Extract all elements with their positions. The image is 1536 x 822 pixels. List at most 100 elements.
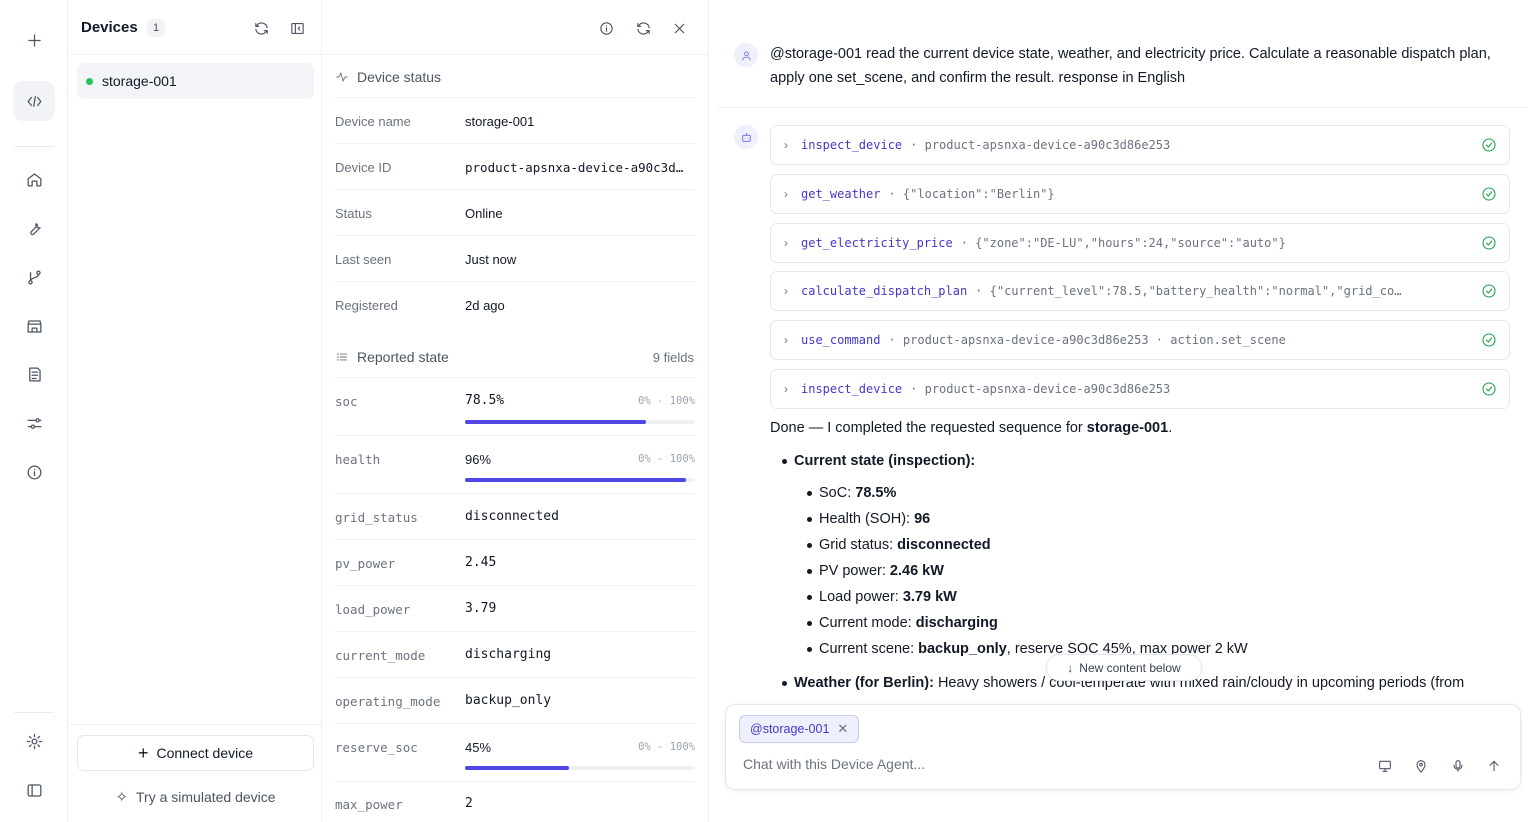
state-range: 0% - 100%	[638, 453, 695, 465]
online-status-dot	[86, 77, 93, 85]
chat-composer: @storage-001 ✕ Chat with this Device Age…	[725, 704, 1521, 790]
microphone-icon[interactable]	[1447, 755, 1469, 777]
state-key: health	[335, 452, 381, 467]
tool-name: inspect_device	[801, 138, 903, 152]
check-circle-icon	[1481, 186, 1497, 202]
home-icon[interactable]	[13, 159, 55, 199]
plus-icon: +	[137, 743, 149, 763]
chat-input[interactable]: Chat with this Device Agent...	[743, 756, 925, 772]
check-circle-icon	[1481, 137, 1497, 153]
state-value: disconnected	[465, 509, 559, 524]
state-row-soc: soc 78.5% 0% - 100%	[335, 378, 695, 436]
check-circle-icon	[1481, 283, 1497, 299]
reported-state-title: Reported state	[357, 349, 449, 365]
info-icon[interactable]	[13, 452, 55, 492]
device-status-title: Device status	[357, 69, 442, 85]
wrench-icon[interactable]	[13, 208, 55, 248]
list-icon	[336, 353, 348, 361]
health-progress-track	[465, 478, 695, 482]
state-row-pv-power: pv_power 2.45	[335, 540, 695, 586]
reserve-soc-progress-fill	[465, 766, 569, 770]
store-icon[interactable]	[13, 306, 55, 346]
bullet	[782, 681, 787, 686]
tool-call-use-command[interactable]: › use_command · product-apsnxa-device-a9…	[770, 320, 1510, 360]
device-status-heading: Device status	[335, 69, 441, 85]
state-key: pv_power	[335, 556, 396, 571]
tool-args: · product-apsnxa-device-a90c3d86e253 · a…	[888, 333, 1286, 347]
sliders-icon[interactable]	[13, 403, 55, 443]
info-row-registered: Registered 2d ago	[335, 282, 695, 328]
remove-mention-icon[interactable]: ✕	[837, 721, 848, 737]
logs-icon[interactable]	[13, 354, 55, 394]
device-list-item[interactable]: storage-001	[77, 63, 314, 99]
state-key: soc	[335, 394, 358, 409]
current-state-heading: Current state (inspection):	[794, 453, 976, 469]
chat-panel: @storage-001 read the current device sta…	[710, 0, 1536, 822]
devices-header: Devices 1	[69, 0, 322, 55]
tool-call-inspect-device-final[interactable]: › inspect_device · product-apsnxa-device…	[770, 369, 1510, 409]
devices-panel: Devices 1 storage-001 + Connect device ✧…	[69, 0, 322, 822]
state-value: 45%	[465, 740, 492, 755]
state-value: 2	[465, 796, 473, 811]
devices-count-badge: 1	[147, 19, 165, 37]
status-panel-toolbar	[323, 0, 708, 55]
chevron-right-icon: ›	[784, 284, 788, 298]
settings-icon[interactable]	[13, 721, 55, 761]
user-avatar	[734, 43, 758, 67]
check-circle-icon	[1481, 235, 1497, 251]
info-icon[interactable]	[595, 17, 617, 39]
state-value: 78.5%	[465, 393, 505, 408]
connect-device-label: Connect device	[156, 745, 254, 761]
bullet	[807, 647, 812, 652]
state-value: 2.45	[465, 555, 497, 570]
branch-icon[interactable]	[13, 257, 55, 297]
info-row-last-seen: Last seen Just now	[335, 236, 695, 282]
tool-args: · product-apsnxa-device-a90c3d86e253	[910, 382, 1171, 396]
tool-name: get_weather	[801, 187, 881, 201]
state-key: max_power	[335, 797, 403, 812]
bullet	[807, 569, 812, 574]
state-key: current_mode	[335, 648, 426, 663]
tool-call-inspect-device[interactable]: › inspect_device · product-apsnxa-device…	[770, 125, 1510, 165]
new-content-below-button[interactable]: ↓ New content below	[1046, 654, 1202, 681]
state-row-health: health 96% 0% - 100%	[335, 436, 695, 494]
send-arrow-icon[interactable]	[1483, 755, 1505, 777]
tool-args: · {"location":"Berlin"}	[888, 187, 1055, 201]
state-item-grid-status: Grid status: disconnected	[819, 537, 991, 553]
state-row-max-power: max_power 2	[335, 782, 695, 822]
bullet	[807, 491, 812, 496]
monitor-icon[interactable]	[1374, 755, 1396, 777]
tool-call-calculate-dispatch-plan[interactable]: › calculate_dispatch_plan · {"current_le…	[770, 271, 1510, 311]
try-simulated-label: Try a simulated device	[136, 789, 276, 805]
location-pin-icon[interactable]	[1410, 755, 1432, 777]
bullet	[807, 543, 812, 548]
sidebar-toggle-icon[interactable]	[13, 770, 55, 810]
info-row-device-id: Device ID product-apsnxa-device-a90c3d…	[335, 144, 695, 190]
try-simulated-device-button[interactable]: ✧ Try a simulated device	[77, 781, 314, 813]
connect-device-button[interactable]: + Connect device	[77, 735, 314, 771]
device-agent-icon[interactable]	[13, 81, 55, 121]
close-icon[interactable]	[668, 17, 690, 39]
bullet	[807, 517, 812, 522]
tool-call-get-electricity-price[interactable]: › get_electricity_price · {"zone":"DE-LU…	[770, 223, 1510, 263]
device-item-label: storage-001	[102, 73, 177, 89]
refresh-icon[interactable]	[632, 17, 654, 39]
tool-name: use_command	[801, 333, 881, 347]
state-row-load-power: load_power 3.79	[335, 586, 695, 632]
tool-call-get-weather[interactable]: › get_weather · {"location":"Berlin"}	[770, 174, 1510, 214]
info-row-device-name: Device name storage-001	[335, 98, 695, 144]
state-item-soc: SoC: 78.5%	[819, 485, 897, 501]
bullet	[807, 595, 812, 600]
state-row-current-mode: current_mode discharging	[335, 632, 695, 678]
info-key: Device name	[335, 114, 411, 129]
divider	[718, 107, 1528, 108]
check-circle-icon	[1481, 381, 1497, 397]
refresh-icon[interactable]	[250, 17, 272, 39]
info-value: Just now	[465, 252, 517, 267]
state-value: 96%	[465, 452, 492, 467]
agent-avatar	[734, 125, 758, 149]
collapse-panel-icon[interactable]	[286, 17, 308, 39]
device-mention-chip[interactable]: @storage-001 ✕	[739, 715, 860, 743]
state-range: 0% - 100%	[638, 395, 695, 407]
new-chat-icon[interactable]	[13, 20, 55, 60]
